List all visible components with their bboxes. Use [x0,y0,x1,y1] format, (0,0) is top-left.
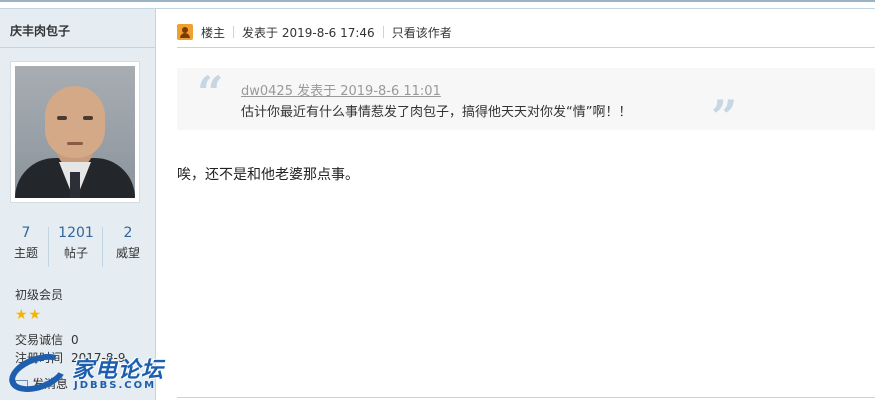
header-divider [177,47,875,48]
quote-source-link[interactable]: dw0425 发表于 2019-8-6 11:01 [241,80,441,99]
author-stats: 7 主题 1201 帖子 2 威望 [0,225,156,269]
logo-swoosh-icon [3,346,73,400]
stat-threads-count: 7 [21,225,31,241]
avatar[interactable] [10,61,140,203]
post-header: 楼主 发表于 2019-8-6 17:46 只看该作者 [177,22,452,42]
close-quote-icon: ” [711,90,738,144]
open-quote-icon: “ [197,66,224,120]
quote-block: “ dw0425 发表于 2019-8-6 11:01 估计你最近有什么事情惹发… [177,66,875,140]
only-author-link[interactable]: 只看该作者 [392,24,452,41]
watermark-subtitle: JDBBS.COM [74,380,157,391]
trade-credit-label: 交易诚信 [15,333,64,347]
stat-posts[interactable]: 1201 帖子 [50,225,102,261]
separator [233,26,235,38]
post-time: 发表于 2019-8-6 17:46 [242,25,375,40]
rank-stars-icon: ★★ [15,307,43,323]
quote-text: 估计你最近有什么事情惹发了肉包子，搞得他天天对你发“情”啊！！ [241,105,632,120]
thread-starter-label: 楼主 [201,25,226,40]
stat-prestige[interactable]: 2 威望 [102,225,154,261]
author-sidebar: 庆丰肉包子 7 主题 1201 帖子 2 威望 初级会员 ★★ 交易诚信 0 注… [0,9,156,400]
stat-threads[interactable]: 7 主题 [0,225,52,261]
stat-prestige-count: 2 [123,225,133,241]
top-border [0,0,875,9]
stat-posts-label: 帖子 [63,246,88,260]
user-group[interactable]: 初级会员 [15,286,63,303]
stat-posts-count: 1201 [58,225,94,241]
post-main: 楼主 发表于 2019-8-6 17:46 只看该作者 “ dw0425 发表于… [157,9,875,400]
thread-starter-icon [177,24,193,40]
post-content: 唉，还不是和他老婆那点事。 [177,167,359,183]
trade-credit-value: 0 [71,333,79,347]
separator [382,26,384,38]
stat-separator [48,227,49,267]
author-name[interactable]: 庆丰肉包子 [10,22,70,39]
bottom-divider [177,397,875,398]
stat-prestige-label: 威望 [115,246,140,260]
stat-threads-label: 主题 [13,246,38,260]
divider [0,47,156,48]
trade-credit: 交易诚信 0 [15,331,79,348]
avatar-image [15,66,135,198]
